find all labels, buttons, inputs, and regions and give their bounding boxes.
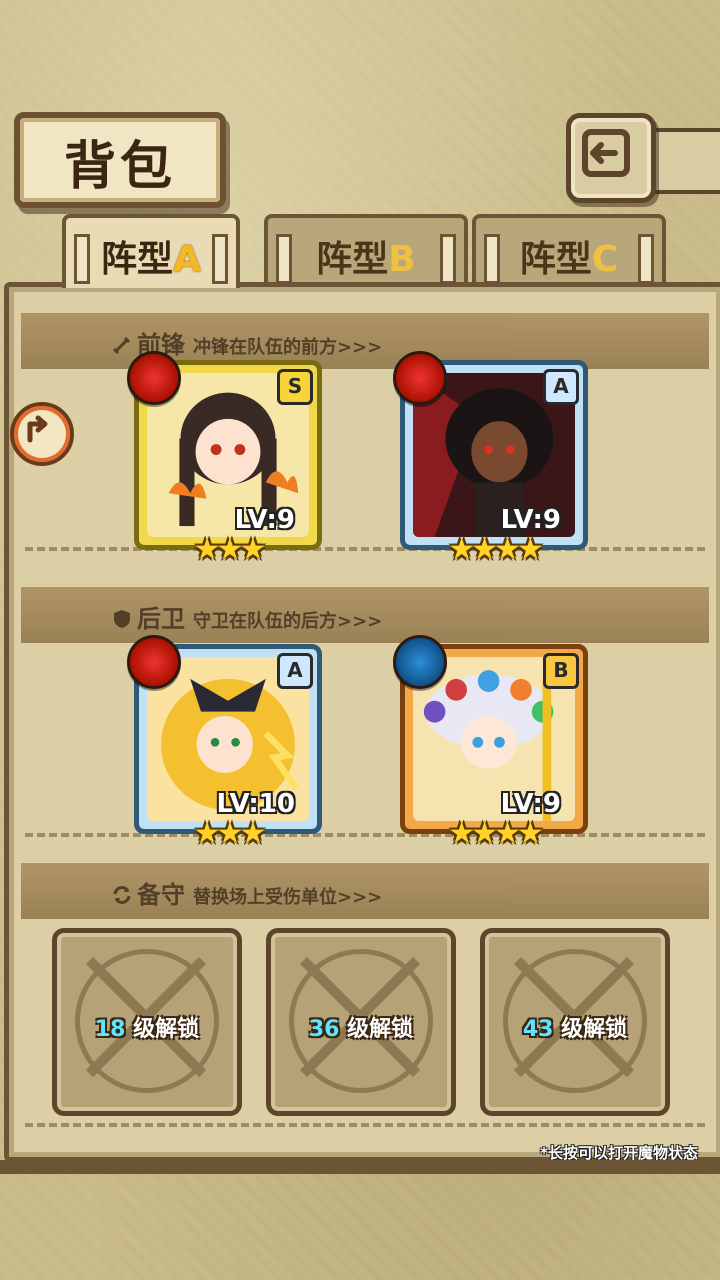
unlock-requirement: 36 级解锁	[271, 1011, 451, 1043]
section-reserve-title-wrap: 备守 替换场上受伤单位>>>	[111, 875, 382, 910]
tab-label: 阵型B	[268, 230, 464, 282]
tab-prefix: 阵型	[316, 239, 389, 280]
tab-label: 阵型A	[66, 230, 236, 282]
arrow-icon	[27, 415, 48, 443]
unlock-label: 级解锁	[347, 1017, 414, 1042]
water-element-icon	[393, 635, 447, 689]
bottom-rail	[0, 1160, 720, 1174]
formation-toggle-button[interactable]	[10, 402, 74, 466]
unit-card-back-2[interactable]: B LV:9 ★★★★	[393, 635, 588, 851]
back-button[interactable]	[566, 113, 656, 203]
swap-icon	[113, 886, 131, 904]
unlock-level: 36	[308, 1017, 340, 1042]
title-plate: 背包	[14, 112, 226, 208]
tab-formation-a[interactable]: 阵型A	[62, 214, 240, 288]
back-arrow-icon	[582, 129, 630, 177]
unit-card-front-1[interactable]: S LV:9 ★★★	[127, 351, 322, 567]
section-reserve-subtitle: 替换场上受伤单位>>>	[193, 887, 383, 908]
unit-level: LV:9	[234, 505, 295, 535]
unit-level: LV:9	[500, 789, 561, 819]
unit-stars: ★★★★	[448, 532, 544, 567]
unlock-level: 43	[522, 1017, 554, 1042]
row-divider	[25, 547, 705, 551]
unit-rank-badge: S	[277, 369, 313, 405]
unit-rank-badge: B	[543, 653, 579, 689]
section-back-title: 后卫	[137, 604, 185, 633]
tab-prefix: 阵型	[101, 239, 174, 280]
locked-slot-2[interactable]: 36 级解锁	[266, 928, 456, 1116]
unit-card-front-2[interactable]: A LV:9 ★★★★	[393, 351, 588, 567]
sword-icon	[112, 336, 131, 355]
section-front-subtitle: 冲锋在队伍的前方>>>	[193, 337, 383, 358]
unlock-label: 级解锁	[133, 1017, 200, 1042]
unit-stars: ★★★★	[448, 816, 544, 851]
shield-icon	[114, 610, 130, 628]
fire-element-icon	[393, 351, 447, 405]
fire-element-icon	[127, 635, 181, 689]
section-back-header: 后卫 守卫在队伍的后方>>>	[21, 587, 709, 643]
section-back-title-wrap: 后卫 守卫在队伍的后方>>>	[111, 599, 382, 634]
tab-formation-c[interactable]: 阵型C	[472, 214, 666, 288]
unit-level: LV:10	[216, 789, 295, 819]
section-reserve-header: 备守 替换场上受伤单位>>>	[21, 863, 709, 919]
section-reserve-title: 备守	[137, 880, 185, 909]
tab-letter: C	[591, 239, 619, 280]
unit-rank-badge: A	[277, 653, 313, 689]
tab-letter: B	[388, 239, 416, 280]
unit-level: LV:9	[500, 505, 561, 535]
tab-letter: A	[173, 239, 201, 280]
unit-stars: ★★★	[193, 532, 267, 567]
page-title: 背包	[63, 136, 176, 197]
unlock-requirement: 43 级解锁	[485, 1011, 665, 1043]
unlock-requirement: 18 级解锁	[57, 1011, 237, 1043]
row-divider	[25, 833, 705, 837]
tab-formation-b[interactable]: 阵型B	[264, 214, 468, 288]
tab-prefix: 阵型	[519, 239, 592, 280]
section-front-header: 前锋 冲锋在队伍的前方>>>	[21, 313, 709, 369]
locked-slot-3[interactable]: 43 级解锁	[480, 928, 670, 1116]
unit-stars: ★★★	[193, 816, 267, 851]
unlock-label: 级解锁	[561, 1017, 628, 1042]
tab-label: 阵型C	[476, 230, 662, 282]
row-divider	[25, 1123, 705, 1127]
section-back-subtitle: 守卫在队伍的后方>>>	[193, 611, 383, 632]
unit-rank-badge: A	[543, 369, 579, 405]
locked-slot-1[interactable]: 18 级解锁	[52, 928, 242, 1116]
unit-card-back-1[interactable]: A LV:10 ★★★	[127, 635, 322, 851]
unlock-level: 18	[94, 1017, 126, 1042]
fire-element-icon	[127, 351, 181, 405]
